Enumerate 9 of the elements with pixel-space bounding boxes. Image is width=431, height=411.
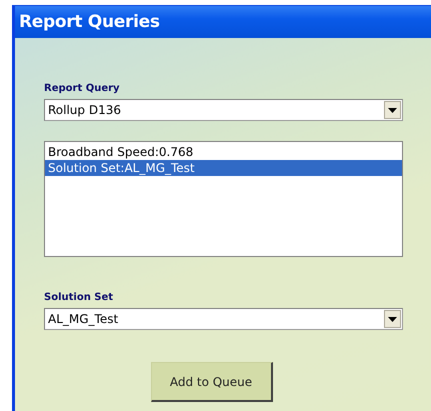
add-to-queue-button[interactable]: Add to Queue	[150, 362, 272, 402]
query-listbox[interactable]: Broadband Speed:0.768 Solution Set:AL_MG_Test	[44, 141, 403, 257]
report-query-dropdown[interactable]: Rollup D136	[44, 99, 403, 121]
field-label: Solution Set	[44, 292, 114, 303]
solution-set-dropdown[interactable]: AL_MG_Test	[44, 308, 403, 330]
field-label: Report Query	[44, 83, 120, 94]
window-title: Report Queries	[15, 6, 431, 38]
list-item[interactable]: Solution Set:AL_MG_Test	[45, 160, 402, 176]
list-item[interactable]: Broadband Speed:0.768	[45, 144, 402, 160]
